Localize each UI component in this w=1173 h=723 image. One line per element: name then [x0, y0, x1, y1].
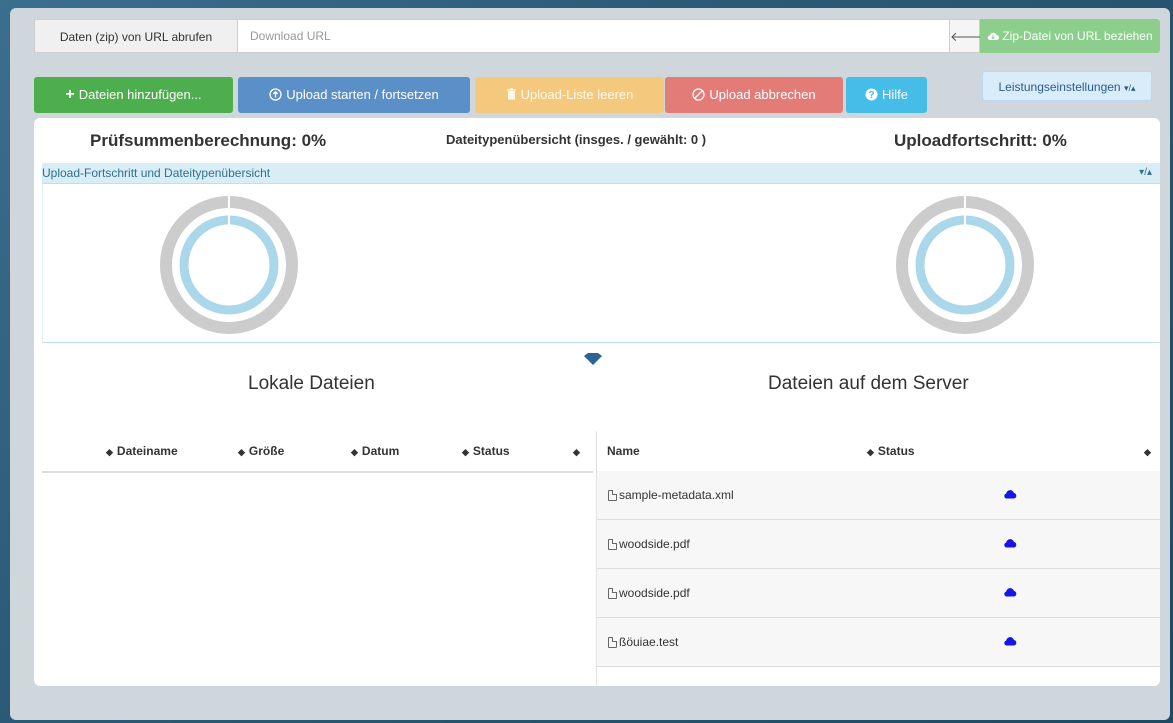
add-files-button[interactable]: + Dateien hinzufügen... [34, 77, 233, 113]
help-label: Hilfe [881, 87, 908, 102]
column-status-label: Status [472, 444, 510, 458]
table-row[interactable]: ßöuiae.test [597, 618, 1160, 667]
performance-label: Leistungseinstellungen [998, 80, 1121, 94]
sort-icon[interactable]: ◆ [1144, 444, 1155, 458]
progress-section-header[interactable]: Upload-Fortschritt und Dateitypenübersic… [42, 163, 1160, 184]
add-files-label: Dateien hinzufügen... [78, 87, 202, 102]
file-icon [608, 637, 617, 648]
file-icon [608, 539, 617, 550]
svg-text:?: ? [868, 90, 874, 101]
cloud-icon [1004, 539, 1017, 548]
column-date-label: Datum [361, 444, 400, 458]
cloud-icon [1004, 490, 1017, 499]
circle-arrow-up-icon [269, 88, 282, 101]
zip-from-url-button[interactable]: Zip-Datei von URL beziehen [980, 19, 1160, 53]
column-filename-label: Dateiname [116, 444, 178, 458]
local-files-title: Lokale Dateien [248, 373, 375, 394]
upload-progress-label: Uploadfortschritt: 0% [894, 131, 1067, 150]
column-name[interactable]: Name [607, 444, 640, 458]
help-button[interactable]: ? Hilfe [846, 77, 927, 113]
question-circle-icon: ? [865, 88, 878, 101]
column-filename[interactable]: ◆ Dateiname [106, 444, 178, 458]
column-name-label: Name [607, 444, 640, 458]
column-size-label: Größe [248, 444, 285, 458]
performance-settings-button[interactable]: Leistungseinstellungen ▾/▴ [982, 71, 1152, 101]
progress-section-title: Upload-Fortschritt und Dateitypenübersic… [42, 166, 271, 180]
cloud-icon [1004, 637, 1017, 646]
toggle-caret-icon: ▾/▴ [1123, 83, 1136, 93]
column-date[interactable]: ◆ Datum [351, 444, 399, 458]
section-toggle-icon[interactable]: ▾/▴ [1139, 163, 1152, 183]
file-icon [608, 490, 617, 501]
ban-icon [692, 88, 706, 101]
cloud-download-icon [988, 32, 1000, 41]
file-icon [608, 588, 617, 599]
server-files-table-header: Name ◆ Status ◆ [596, 431, 1160, 473]
file-name: woodside.pdf [608, 586, 690, 600]
checksum-donut-chart [160, 196, 298, 334]
file-name-label: woodside.pdf [619, 537, 690, 551]
cancel-upload-label: Upload abbrechen [709, 87, 816, 102]
download-url-input[interactable] [238, 19, 950, 53]
file-name: sample-metadata.xml [608, 488, 734, 502]
url-back-button[interactable]: 🡐 [950, 19, 985, 53]
filetype-overview-label: Dateitypenübersicht (insges. / gewählt: … [446, 132, 707, 147]
plus-icon: + [65, 86, 75, 103]
upload-donut-chart [896, 196, 1034, 334]
file-name: ßöuiae.test [608, 635, 678, 649]
trash-icon [506, 88, 516, 100]
column-status[interactable]: ◆ Status [462, 444, 510, 458]
column-size[interactable]: ◆ Größe [238, 444, 284, 458]
start-upload-label: Upload starten / fortsetzen [286, 87, 439, 102]
sort-icon: ◆ [867, 447, 874, 457]
sort-icon[interactable]: ◆ [573, 444, 584, 458]
main-panel: Prüfsummenberechnung: 0% Dateitypenübers… [34, 118, 1160, 686]
start-upload-button[interactable]: Upload starten / fortsetzen [238, 77, 470, 113]
sort-icon: ◆ [351, 447, 358, 457]
url-bar: Daten (zip) von URL abrufen 🡐 Zip-Datei … [34, 19, 1160, 53]
collapse-caret-icon[interactable] [583, 352, 603, 366]
url-label: Daten (zip) von URL abrufen [34, 19, 238, 53]
column-server-status-label: Status [877, 444, 915, 458]
sort-icon: ◆ [106, 447, 113, 457]
table-row[interactable]: sample-metadata.xml [597, 471, 1160, 520]
server-files-title: Dateien auf dem Server [768, 373, 969, 394]
cancel-upload-button[interactable]: Upload abbrechen [665, 77, 843, 113]
column-server-status[interactable]: ◆ Status [867, 444, 915, 458]
clear-upload-list-button[interactable]: Upload-Liste leeren [475, 77, 664, 113]
file-name-label: sample-metadata.xml [619, 488, 734, 502]
file-name-label: ßöuiae.test [619, 635, 679, 649]
sort-icon: ◆ [238, 447, 245, 457]
table-row[interactable]: woodside.pdf [597, 569, 1160, 618]
cloud-icon [1004, 588, 1017, 597]
sort-icon: ◆ [462, 447, 469, 457]
clear-list-label: Upload-Liste leeren [520, 87, 634, 102]
file-name-label: woodside.pdf [619, 586, 690, 600]
table-row[interactable]: woodside.pdf [597, 520, 1160, 569]
zip-button-label: Zip-Datei von URL beziehen [1002, 29, 1153, 43]
file-name: woodside.pdf [608, 537, 690, 551]
checksum-progress-label: Prüfsummenberechnung: 0% [90, 131, 327, 150]
local-files-table-header: ◆ Dateiname ◆ Größe ◆ Datum ◆ Status ◆ [42, 431, 593, 473]
